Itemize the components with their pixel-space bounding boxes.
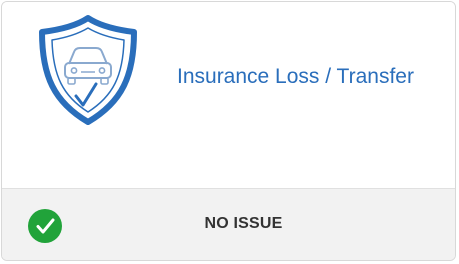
card-footer: NO ISSUE [2,188,455,260]
status-text: NO ISSUE [204,215,283,232]
card-title[interactable]: Insurance Loss / Transfer [177,65,417,89]
card-body: Insurance Loss / Transfer [2,2,455,188]
insurance-loss-transfer-card[interactable]: Insurance Loss / Transfer NO ISSUE [1,1,456,261]
car-shield-check-icon [39,15,137,125]
